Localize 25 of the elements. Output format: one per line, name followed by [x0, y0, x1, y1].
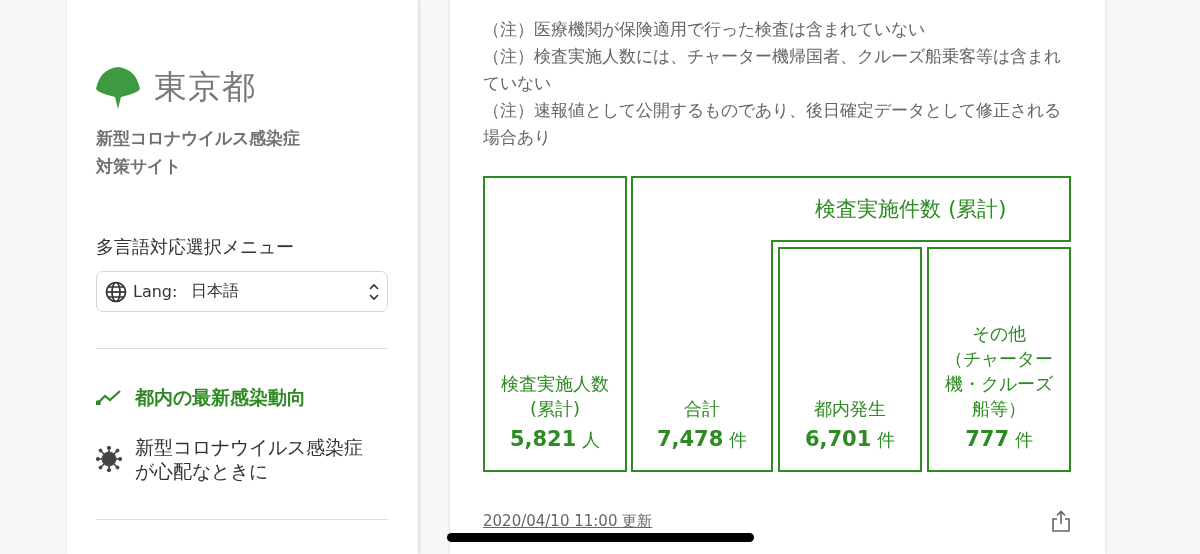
stat-label: 都内発生: [814, 397, 886, 421]
updated-timestamp: 2020/04/10 11:00 更新: [483, 511, 653, 531]
note-text: （注）医療機関が保険適用で行った検査は含まれていない: [483, 18, 926, 41]
nav-item[interactable]: 新型コロナウイルス感染症が心配なときに: [96, 435, 388, 483]
share-icon[interactable]: [1051, 510, 1071, 532]
trend-line-icon: [96, 389, 122, 405]
stat-label: 検査実施人数 (累計): [501, 372, 609, 421]
group-header: 検査実施件数 (累計): [631, 176, 1071, 240]
stat-value: 777 件: [965, 427, 1033, 452]
nav-item[interactable]: 都内の最新感染動向: [96, 385, 388, 409]
stat-value: 6,701 件: [804, 427, 896, 452]
stat-value: 7,478 件: [656, 427, 748, 452]
logo-text: 東京都: [154, 66, 256, 108]
note-text: （注）速報値として公開するものであり、後日確定データとして修正される場合あり: [483, 99, 1062, 149]
virus-icon: [96, 446, 122, 472]
note-text: （注）検査実施人数には、チャーター機帰国者、クルーズ船乗客等は含まれていない: [483, 45, 1062, 95]
site-title: 新型コロナウイルス感染症 対策サイト: [96, 127, 301, 178]
ginkgo-leaf-icon: [96, 66, 140, 109]
globe-icon: [105, 280, 127, 303]
language-menu-label: 多言語対応選択メニュー: [96, 235, 295, 259]
stat-label: その他 （チャーター 機・クルーズ 船等）: [945, 322, 1053, 421]
language-select[interactable]: Lang: 日本語: [96, 271, 388, 312]
stat-value: 5,821 人: [509, 427, 601, 452]
stat-label: 合計: [684, 397, 720, 421]
chevron-up-down-icon: [369, 281, 379, 302]
